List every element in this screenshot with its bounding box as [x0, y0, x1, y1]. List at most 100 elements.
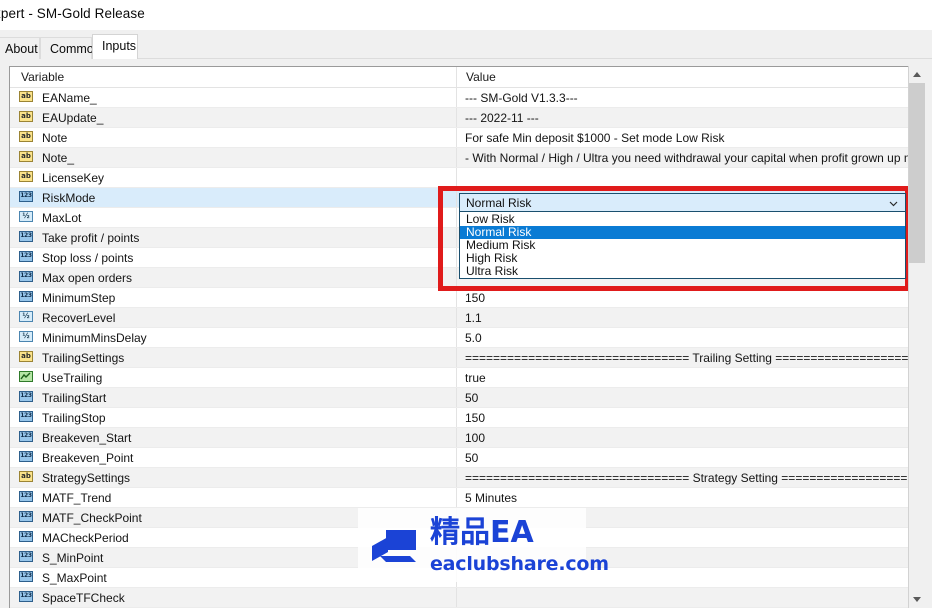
table-row[interactable]: ab StrategySettings ======================… [10, 468, 908, 488]
table-row[interactable]: ½ RecoverLevel 1.1 [10, 308, 908, 328]
value-text: 1.1 [465, 310, 482, 325]
variable-cell[interactable]: ab EAName_ [10, 88, 456, 107]
variable-cell[interactable]: 123 TrailingStart [10, 388, 456, 407]
risk-mode-option[interactable]: Ultra Risk [460, 265, 905, 278]
value-cell[interactable]: 150 [457, 288, 908, 307]
table-row[interactable]: ab Note_ - With Normal / High / Ultra you … [10, 148, 908, 168]
table-row[interactable]: ab TrailingSettings ======================… [10, 348, 908, 368]
variable-name: RecoverLevel [42, 310, 116, 325]
value-cell[interactable]: --- 2022-11 --- [457, 108, 908, 127]
variable-cell[interactable]: ab Note_ [10, 148, 456, 167]
string-icon: ab [19, 130, 36, 145]
value-cell[interactable] [457, 568, 908, 587]
scroll-up-arrow-icon[interactable] [909, 66, 925, 83]
risk-mode-option-list[interactable]: Low Risk Normal Risk Medium Risk High Risk U… [459, 212, 906, 279]
value-cell[interactable]: 5.0 [457, 328, 908, 347]
int-icon: 123 [19, 550, 36, 565]
value-cell[interactable]: For safe Min deposit $1000 - Set mode Lo… [457, 128, 908, 147]
variable-cell[interactable]: 123 MATF_CheckPoint [10, 508, 456, 527]
value-cell[interactable]: 50 [457, 448, 908, 467]
value-cell[interactable] [457, 508, 908, 527]
value-cell[interactable]: true [457, 368, 908, 387]
variable-cell[interactable]: 123 Stop loss / points [10, 248, 456, 267]
variable-cell[interactable]: 123 Breakeven_Start [10, 428, 456, 447]
value-cell[interactable]: --- SM-Gold V1.3.3--- [457, 88, 908, 107]
value-cell[interactable]: ================================ Trailin… [457, 348, 908, 367]
table-row[interactable]: ab LicenseKey [10, 168, 908, 188]
table-row[interactable]: ½ MinimumMinsDelay 5.0 [10, 328, 908, 348]
risk-mode-option[interactable]: High Risk [460, 252, 905, 265]
table-row[interactable]: 123 Breakeven_Point 50 [10, 448, 908, 468]
variable-cell[interactable]: ab Note [10, 128, 456, 147]
variable-cell[interactable]: 123 RiskMode [10, 188, 456, 207]
tab-inputs[interactable]: Inputs [92, 34, 138, 59]
string-icon: ab [19, 170, 36, 185]
value-cell[interactable]: 5 Minutes [457, 488, 908, 507]
variable-cell[interactable]: 123 SpaceTFCheck [10, 588, 456, 607]
variable-cell[interactable]: 123 S_MinPoint [10, 548, 456, 567]
table-row[interactable]: UseTrailing true [10, 368, 908, 388]
vertical-scrollbar[interactable] [908, 66, 925, 608]
value-cell[interactable]: - With Normal / High / Ultra you need wi… [457, 148, 908, 167]
value-cell[interactable] [457, 168, 908, 187]
risk-mode-option[interactable]: Medium Risk [460, 239, 905, 252]
variable-cell[interactable]: ½ RecoverLevel [10, 308, 456, 327]
table-row[interactable]: ab Note For safe Min deposit $1000 - Set m… [10, 128, 908, 148]
variable-cell[interactable]: ab TrailingSettings [10, 348, 456, 367]
variable-cell[interactable]: 123 Take profit / points [10, 228, 456, 247]
variable-cell[interactable]: 123 MATF_Trend [10, 488, 456, 507]
table-row[interactable]: 123 MATF_CheckPoint [10, 508, 908, 528]
variable-name: Note_ [42, 150, 75, 165]
risk-mode-selected-value: Normal Risk [466, 195, 532, 210]
variable-cell[interactable]: 123 Max open orders [10, 268, 456, 287]
variable-cell[interactable]: 123 Breakeven_Point [10, 448, 456, 467]
tab-about[interactable]: About [0, 37, 40, 59]
variable-cell[interactable]: ½ MinimumMinsDelay [10, 328, 456, 347]
table-row[interactable]: ab EAName_ --- SM-Gold V1.3.3--- [10, 88, 908, 108]
value-cell[interactable] [457, 588, 908, 607]
variable-cell[interactable]: 123 MACheckPeriod [10, 528, 456, 547]
variable-name: TrailingStart [42, 390, 107, 405]
value-cell[interactable]: ================================ Strateg… [457, 468, 908, 487]
variable-cell[interactable]: ab LicenseKey [10, 168, 456, 187]
variable-cell[interactable]: ab StrategySettings [10, 468, 456, 487]
column-header-variable[interactable]: Variable [21, 70, 64, 84]
table-row[interactable]: 123 SpaceTFCheck [10, 588, 908, 608]
table-row[interactable]: 123 MinimumStep 150 [10, 288, 908, 308]
variable-name: LicenseKey [42, 170, 105, 185]
risk-mode-combobox-field[interactable]: Normal Risk [459, 193, 906, 212]
int-icon: 123 [19, 270, 36, 285]
table-row[interactable]: 123 S_MaxPoint [10, 568, 908, 588]
variable-cell[interactable]: 123 MinimumStep [10, 288, 456, 307]
variable-cell[interactable]: 123 TrailingStop [10, 408, 456, 427]
value-text: 100 [465, 430, 486, 445]
variable-cell[interactable]: UseTrailing [10, 368, 456, 387]
table-row[interactable]: 123 S_MinPoint [10, 548, 908, 568]
variable-cell[interactable]: ½ MaxLot [10, 208, 456, 227]
scroll-down-arrow-icon[interactable] [909, 591, 925, 608]
table-row[interactable]: 123 Breakeven_Start 100 [10, 428, 908, 448]
value-cell[interactable] [457, 528, 908, 547]
variable-cell[interactable]: ab EAUpdate_ [10, 108, 456, 127]
value-cell[interactable] [457, 548, 908, 567]
table-row[interactable]: 123 MATF_Trend 5 Minutes [10, 488, 908, 508]
risk-mode-combobox[interactable]: Normal Risk Low Risk Normal Risk Medium Ri… [459, 193, 906, 279]
value-cell[interactable]: 50 [457, 388, 908, 407]
tab-common[interactable]: Common [40, 37, 101, 59]
value-cell[interactable]: 1.1 [457, 308, 908, 327]
value-cell[interactable]: 100 [457, 428, 908, 447]
table-row[interactable]: 123 TrailingStart 50 [10, 388, 908, 408]
chevron-down-icon[interactable] [887, 197, 900, 210]
value-cell[interactable]: 150 [457, 408, 908, 427]
column-header-value[interactable]: Value [466, 70, 496, 84]
title-bar: xpert - SM-Gold Release [0, 0, 932, 30]
string-icon: ab [19, 110, 36, 125]
table-row[interactable]: 123 MACheckPeriod [10, 528, 908, 548]
scrollbar-thumb[interactable] [909, 83, 925, 263]
table-row[interactable]: ab EAUpdate_ --- 2022-11 --- [10, 108, 908, 128]
tab-strip: About Common Inputs [0, 30, 932, 59]
int-icon: 123 [19, 290, 36, 305]
table-row[interactable]: 123 TrailingStop 150 [10, 408, 908, 428]
int-icon: 123 [19, 230, 36, 245]
variable-cell[interactable]: 123 S_MaxPoint [10, 568, 456, 587]
